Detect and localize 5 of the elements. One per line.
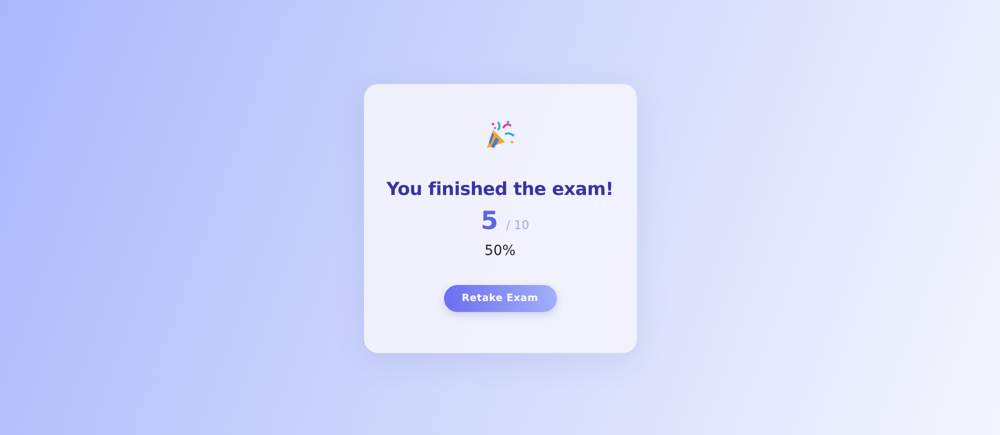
score-percent: 50% [484, 243, 516, 259]
result-title: You finished the exam! [386, 179, 614, 200]
retake-button[interactable]: Retake Exam [444, 285, 556, 312]
score-total: / 10 [506, 218, 530, 232]
score-value: 5 [480, 206, 498, 235]
